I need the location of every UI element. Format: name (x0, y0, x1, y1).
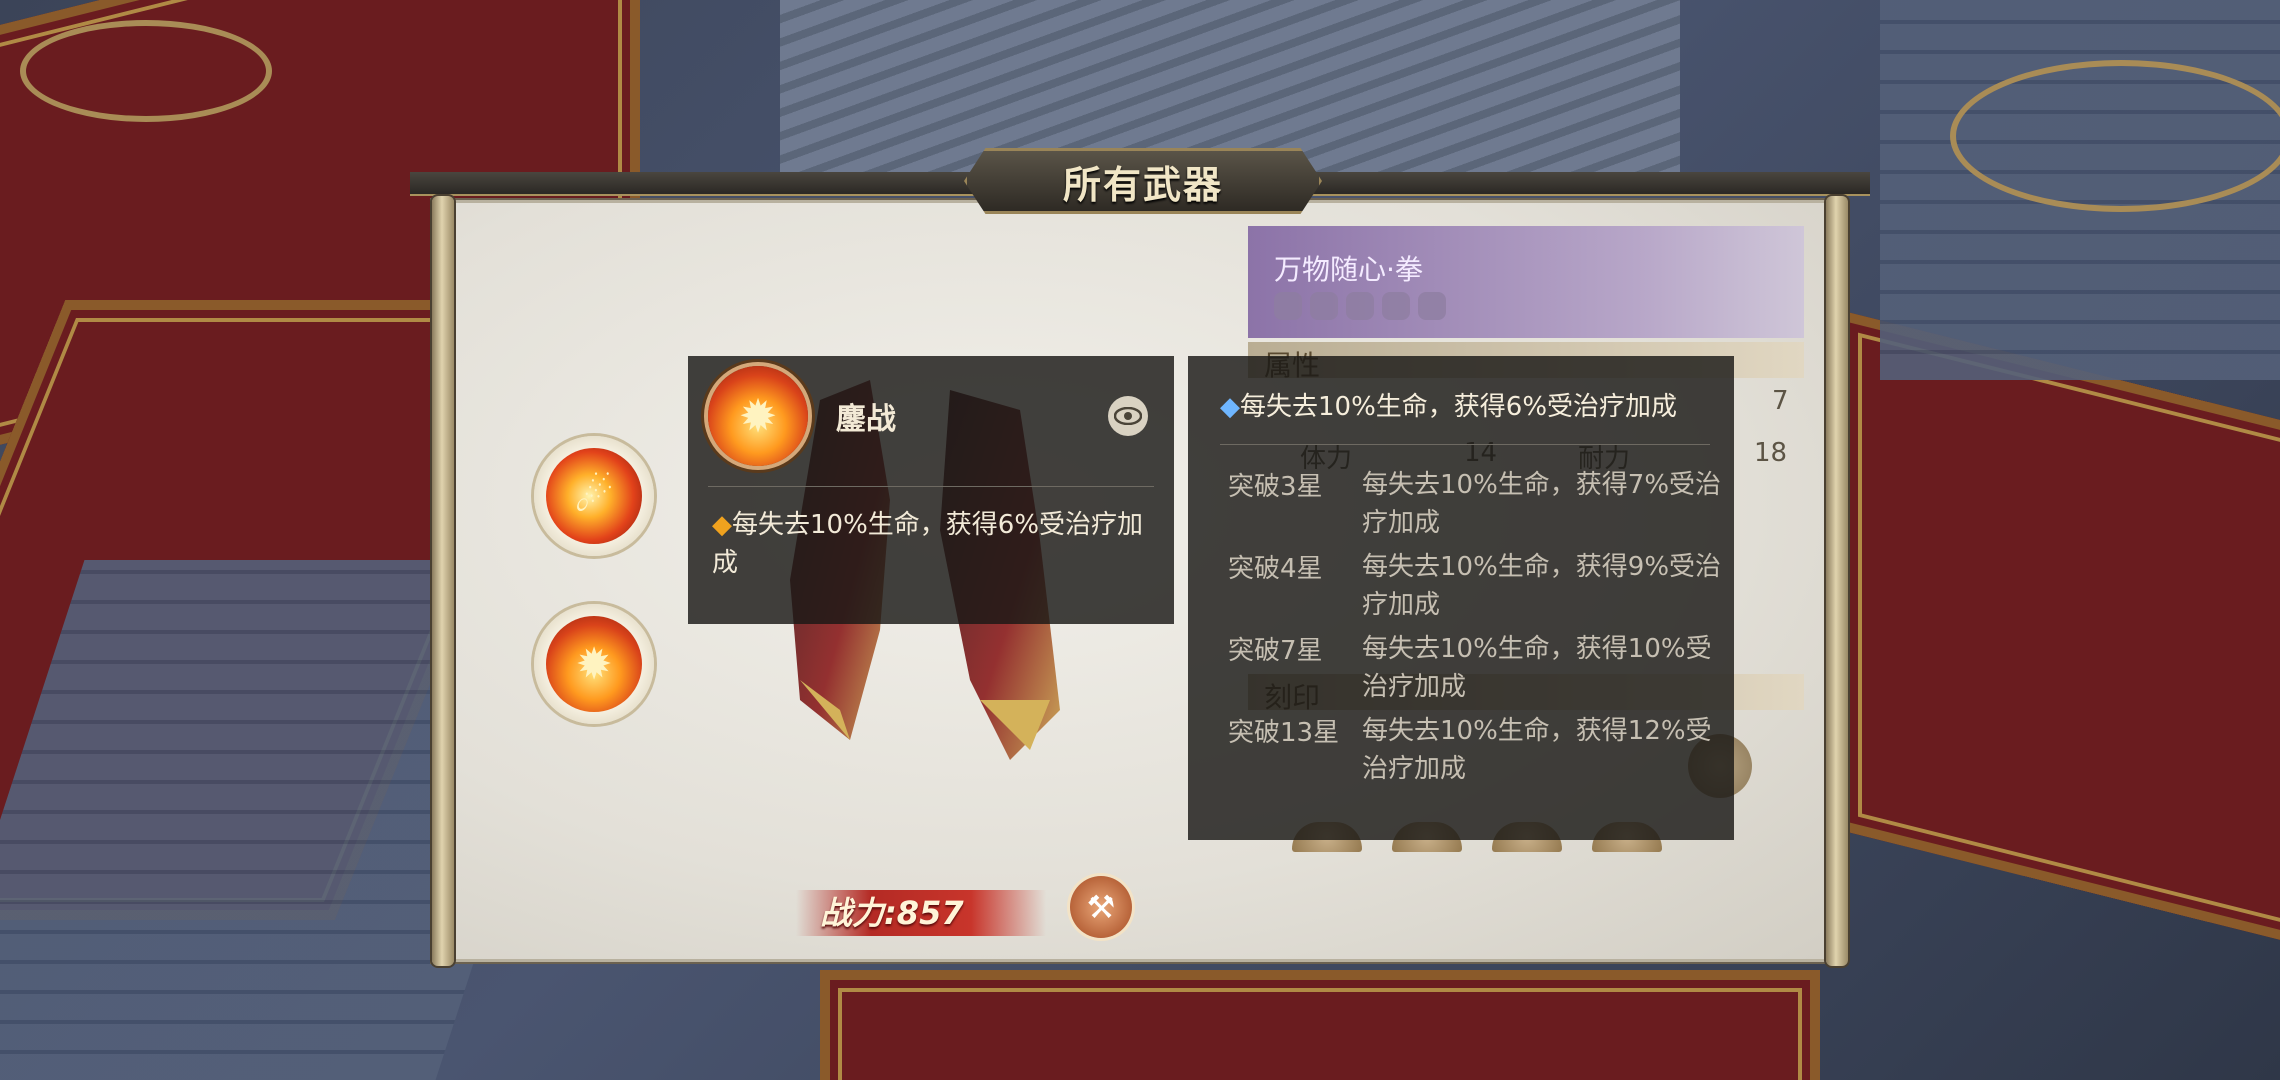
weapon-name: 万物随心·拳 (1274, 253, 1423, 286)
breakthrough-label: 突破7星 (1228, 636, 1323, 666)
breakthrough-text: 每失去10%生命，获得9%受治疗加成 (1362, 552, 1722, 620)
diamond-bullet-icon: ◆ (1220, 392, 1240, 422)
hammer-icon: ⚒ (1086, 888, 1116, 926)
skill-tooltip: ✹ 鏖战 ◆每失去10%生命，获得6%受治疗加成 (688, 356, 1174, 624)
breakthrough-label: 突破4星 (1228, 554, 1323, 584)
stat-value: 7 (1772, 386, 1789, 416)
skill-description: ◆每失去10%生命，获得6%受治疗加成 (712, 506, 1152, 582)
breakthrough-label: 突破3星 (1228, 472, 1323, 502)
breakthrough-text: 每失去10%生命，获得10%受治疗加成 (1362, 634, 1712, 702)
skill-name: 鏖战 (836, 402, 896, 437)
breakthrough-text: 每失去10%生命，获得12%受治疗加成 (1362, 716, 1712, 784)
red-carpet-bottom (820, 970, 1820, 1080)
fire-burst-icon: ✹ (708, 366, 808, 466)
forge-button[interactable]: ⚒ (1070, 876, 1132, 938)
title-plate: 所有武器 (964, 148, 1322, 214)
combat-power-value: 战力:857 (820, 894, 964, 932)
skill-slot-1[interactable]: ☄ (534, 436, 654, 556)
divider (1220, 444, 1710, 445)
current-effect-text: 每失去10%生命，获得6%受治疗加成 (1240, 392, 1678, 422)
breakthrough-tooltip: ◆每失去10%生命，获得6%受治疗加成 突破3星 每失去10%生命，获得7%受治… (1188, 356, 1734, 840)
current-effect: ◆每失去10%生命，获得6%受治疗加成 (1220, 386, 1677, 423)
star-icon (1382, 292, 1410, 320)
stat-value-endurance: 18 (1754, 438, 1788, 468)
star-icon (1274, 292, 1302, 320)
window-title: 所有武器 (1062, 162, 1223, 207)
skill-slot-2[interactable]: ✹ (534, 604, 654, 724)
breakthrough-label: 突破13星 (1228, 718, 1340, 748)
breakthrough-text: 每失去10%生命，获得7%受治疗加成 (1362, 470, 1722, 538)
right-pillar (1826, 196, 1848, 966)
star-icon (1418, 292, 1446, 320)
floor-emblem-right (1950, 60, 2280, 212)
left-pillar (432, 196, 454, 966)
red-carpet-right (1840, 310, 2280, 970)
floor-emblem-left (20, 20, 272, 122)
fire-burst-icon: ✹ (546, 616, 642, 712)
star-icon (1346, 292, 1374, 320)
flame-swirl-icon: ☄ (546, 448, 642, 544)
diamond-bullet-icon: ◆ (712, 510, 732, 540)
star-icon (1310, 292, 1338, 320)
eye-icon[interactable] (1108, 396, 1148, 436)
skill-description-text: 每失去10%生命，获得6%受治疗加成 (712, 510, 1144, 578)
divider (708, 486, 1154, 487)
weapon-header: 万物随心·拳 (1248, 226, 1804, 338)
